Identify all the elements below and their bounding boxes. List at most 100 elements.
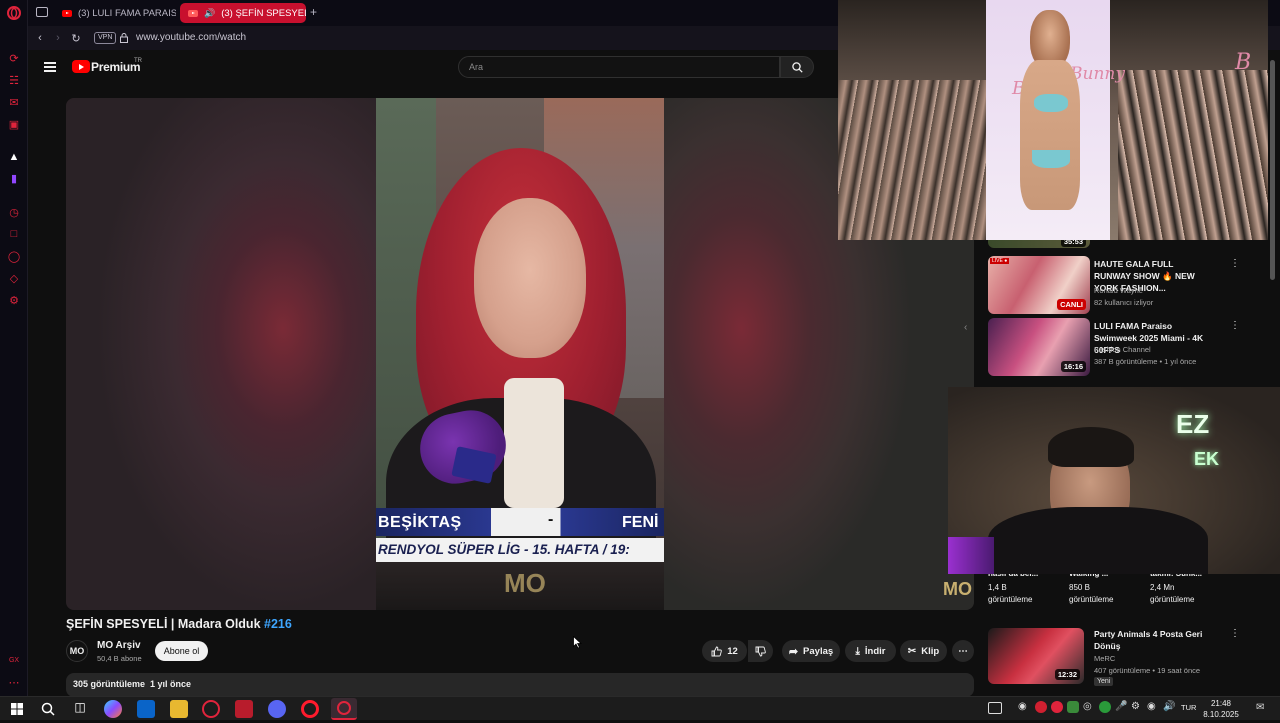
search-input[interactable]: Ara	[458, 56, 780, 78]
vpn-badge[interactable]: VPN	[94, 32, 117, 44]
new-tab-button[interactable]: +	[310, 5, 317, 19]
channel-name[interactable]: Ronald Wayne	[1094, 286, 1143, 295]
like-button[interactable]: 12	[702, 640, 747, 662]
language-indicator[interactable]: TUR	[1181, 703, 1196, 712]
channel-avatar[interactable]: MO	[66, 640, 88, 662]
aria-icon[interactable]: ▲	[6, 149, 22, 165]
forward-icon[interactable]: ›	[50, 30, 66, 46]
list-item[interactable]: 12:32 Party Animals 4 Posta Geri Dönüş M…	[988, 626, 1280, 692]
bookmark-icon[interactable]: □	[6, 226, 22, 242]
description-meta: 305 görüntüleme 1 yıl önce	[73, 679, 191, 689]
chevron-left-icon[interactable]: ‹	[964, 322, 967, 333]
history-icon[interactable]: ◷	[6, 204, 22, 220]
neon-sign-top: EZ	[1176, 409, 1210, 439]
subscribe-button[interactable]: Abone ol	[155, 641, 208, 661]
more-horizontal-icon: ⋯	[958, 645, 968, 657]
speaker-icon[interactable]: 🔊	[204, 8, 215, 19]
scrollbar[interactable]	[1270, 60, 1275, 680]
file-explorer-icon[interactable]	[170, 700, 188, 718]
video-title[interactable]: Party Animals 4 Posta Geri Dönüş	[1094, 628, 1212, 652]
tray-opera-icon[interactable]	[1051, 701, 1063, 713]
lock-icon[interactable]	[116, 30, 132, 46]
video-thumbnail[interactable]: 12:32	[988, 628, 1084, 684]
player-icon[interactable]: ▣	[6, 116, 22, 132]
clock[interactable]: 21:48 8.10.2025	[1196, 698, 1246, 720]
video-frame[interactable]: BEŞİKTAŞ - FENİ RENDYOL SÜPER LİG - 15. …	[376, 98, 664, 610]
video-thumbnail[interactable]: LIVE ● CANLI	[988, 256, 1090, 314]
tray-green-icon[interactable]	[1067, 701, 1079, 713]
settings-icon[interactable]: ⚙	[6, 292, 22, 308]
channel-name[interactable]: Fashion Channel	[1094, 345, 1151, 354]
channel-name[interactable]: MeRC	[1094, 654, 1115, 663]
opera-gx-icon[interactable]	[202, 700, 220, 718]
search-button[interactable]	[780, 56, 814, 78]
description-box[interactable]: 305 görüntüleme 1 yıl önce	[66, 673, 974, 697]
opera-gx-active-icon[interactable]	[331, 698, 357, 720]
keyboard-icon[interactable]	[988, 702, 1002, 714]
video-thumbnail[interactable]: 16:16	[988, 318, 1090, 376]
short-views: 1,4 B	[988, 583, 1007, 592]
channel-watermark[interactable]: MO	[943, 579, 972, 600]
runway-brand: Bunny	[1070, 64, 1125, 84]
gamepad-icon[interactable]: ◉	[1018, 701, 1027, 712]
more-icon[interactable]: ⋯	[6, 674, 22, 690]
volume-icon[interactable]: 🔊	[1163, 701, 1175, 712]
youtube-logo-icon[interactable]	[72, 60, 90, 73]
more-vertical-icon[interactable]: ⋮	[1230, 320, 1240, 331]
league-banner: RENDYOL SÜPER LİG - 15. HAFTA / 19:	[376, 538, 664, 562]
list-item[interactable]: LIVE ● CANLI HAUTE GALA FULL RUNWAY SHOW…	[988, 256, 1280, 318]
opera-logo-icon[interactable]	[6, 5, 22, 21]
menu-icon[interactable]	[44, 62, 56, 72]
pip-runway-video[interactable]: B Bunny B	[838, 0, 1268, 240]
region-code: TR	[134, 58, 142, 64]
messenger-icon[interactable]: ✉	[6, 94, 22, 110]
more-vertical-icon[interactable]: ⋮	[1230, 628, 1240, 639]
list-item[interactable]: 16:16 LULI FAMA Paraiso Swimweek 2025 Mi…	[988, 318, 1280, 380]
tray-spotify-icon[interactable]	[1099, 701, 1111, 713]
outlook-icon[interactable]	[137, 700, 155, 718]
tab-luli-fama[interactable]: (3) LULI FAMA PARAISO •	[54, 3, 176, 23]
tray-globe-icon[interactable]: ◎	[1083, 701, 1092, 712]
video-hashtag[interactable]: #216	[264, 617, 292, 631]
discord-icon[interactable]	[268, 700, 286, 718]
search-icon	[792, 62, 803, 73]
search-icon[interactable]	[39, 700, 57, 718]
tray-settings-icon[interactable]: ⚙	[1131, 701, 1140, 712]
short-views-unit: görüntüleme	[1069, 595, 1114, 604]
microphone-icon[interactable]: 🎤	[1115, 701, 1127, 712]
download-button[interactable]: ⤓ İndir	[845, 640, 896, 662]
tabs-icon[interactable]: ◇	[6, 270, 22, 286]
share-button[interactable]: ➦ Paylaş	[782, 640, 840, 662]
tab-sefin-spesyeli[interactable]: 🔊 (3) ŞEFİN SPESYELİ |	[180, 3, 306, 23]
tray-red-icon[interactable]	[1035, 701, 1047, 713]
more-actions-button[interactable]: ⋯	[952, 640, 974, 662]
shop-icon[interactable]: ☵	[6, 72, 22, 88]
notification-icon[interactable]: ✉	[1256, 702, 1264, 713]
dislike-button[interactable]	[748, 640, 773, 662]
workspaces-icon[interactable]	[36, 7, 48, 17]
more-vertical-icon[interactable]: ⋮	[1230, 258, 1240, 269]
scrollbar-thumb[interactable]	[1270, 60, 1275, 280]
twitch-icon[interactable]: ▮	[6, 170, 22, 186]
back-icon[interactable]: ‹	[32, 30, 48, 46]
opera-gx-ring	[337, 701, 351, 715]
channel-name[interactable]: MO Arşiv	[97, 640, 141, 651]
tray-app-icon[interactable]: ◉	[1147, 701, 1156, 712]
short-views-unit: görüntüleme	[988, 595, 1033, 604]
windows-start-icon[interactable]	[8, 700, 26, 718]
pip-webcam[interactable]: EZ EK	[948, 387, 1280, 574]
team-left: BEŞİKTAŞ	[378, 514, 462, 531]
youtube-premium-label[interactable]: Premium	[91, 60, 141, 74]
url-field[interactable]: www.youtube.com/watch	[136, 32, 246, 43]
clock-icon[interactable]: ◯	[6, 248, 22, 264]
gx-icon[interactable]: GX	[6, 652, 22, 668]
task-view-icon[interactable]: ◫	[71, 700, 89, 718]
copilot-icon[interactable]	[104, 700, 122, 718]
clip-button[interactable]: ✂ Klip	[900, 640, 947, 662]
video-meta: 82 kullanıcı izliyor	[1094, 298, 1154, 307]
thumbs-up-icon	[711, 646, 723, 656]
opera-icon[interactable]	[301, 700, 319, 718]
media-app-icon[interactable]	[235, 700, 253, 718]
reload-icon[interactable]: ↻	[68, 30, 84, 46]
ai-icon[interactable]: ⟳	[6, 50, 22, 66]
